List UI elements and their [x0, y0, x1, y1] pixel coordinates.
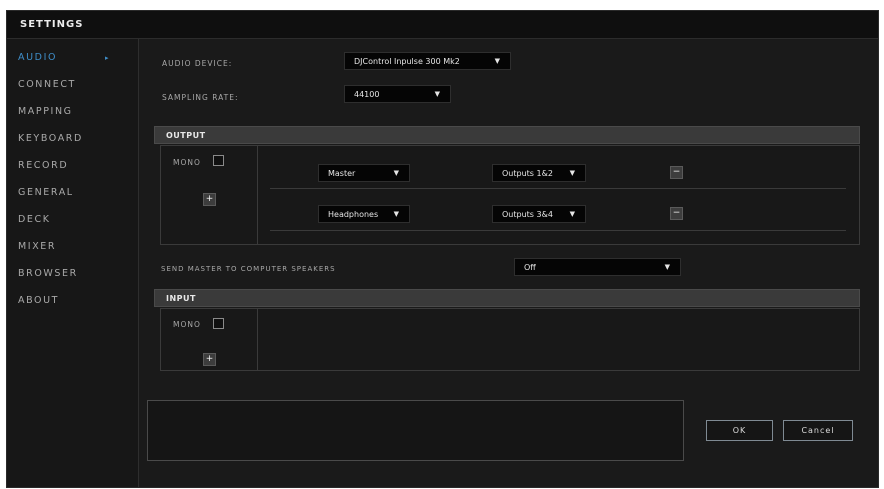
remove-output-button[interactable]: − — [670, 207, 683, 220]
audio-device-dropdown[interactable]: DJControl Inpulse 300 Mk2 ▼ — [344, 52, 511, 70]
sidebar-item-label: KEYBOARD — [18, 133, 83, 144]
audio-device-value: DJControl Inpulse 300 Mk2 — [354, 57, 460, 66]
sidebar-item-label: MIXER — [18, 241, 57, 252]
status-message-area — [147, 400, 684, 461]
output-mono-panel: MONO + — [160, 145, 258, 245]
minus-icon: − — [672, 208, 681, 218]
sidebar: AUDIO ▸ CONNECT MAPPING KEYBOARD RECORD … — [7, 39, 139, 487]
sidebar-item-keyboard[interactable]: KEYBOARD — [18, 133, 128, 151]
send-master-dropdown[interactable]: Off ▼ — [514, 258, 681, 276]
input-section-header: INPUT — [154, 289, 860, 307]
row-divider — [270, 230, 846, 231]
minus-icon: − — [672, 167, 681, 177]
chevron-down-icon: ▼ — [664, 263, 670, 271]
sidebar-item-label: RECORD — [18, 160, 69, 171]
sidebar-item-audio[interactable]: AUDIO ▸ — [18, 52, 128, 70]
input-header-label: INPUT — [166, 294, 196, 303]
output-channel-value: Master — [328, 169, 356, 178]
output-channel-value: Headphones — [328, 210, 379, 219]
sidebar-item-label: AUDIO — [18, 52, 58, 63]
cancel-button[interactable]: Cancel — [783, 420, 853, 441]
add-output-button[interactable]: + — [203, 193, 216, 206]
output-header-label: OUTPUT — [166, 131, 206, 140]
sidebar-item-about[interactable]: ABOUT — [18, 295, 128, 313]
output-channel-dropdown-master[interactable]: Master ▼ — [318, 164, 410, 182]
output-routing-panel: Master ▼ Outputs 1&2 ▼ − Headphones ▼ Ou… — [257, 145, 860, 245]
sidebar-item-deck[interactable]: DECK — [18, 214, 128, 232]
add-input-button[interactable]: + — [203, 353, 216, 366]
input-mono-label: MONO — [173, 320, 201, 329]
input-mono-checkbox[interactable] — [213, 318, 224, 329]
sampling-rate-value: 44100 — [354, 90, 380, 99]
output-port-dropdown-1[interactable]: Outputs 1&2 ▼ — [492, 164, 586, 182]
active-indicator-icon: ▸ — [105, 54, 111, 62]
chevron-down-icon: ▼ — [434, 90, 440, 98]
plus-icon: + — [205, 194, 214, 204]
sidebar-item-mixer[interactable]: MIXER — [18, 241, 128, 259]
sidebar-item-mapping[interactable]: MAPPING — [18, 106, 128, 124]
sidebar-item-connect[interactable]: CONNECT — [18, 79, 128, 97]
sampling-rate-dropdown[interactable]: 44100 ▼ — [344, 85, 451, 103]
remove-output-button[interactable]: − — [670, 166, 683, 179]
window-title: SETTINGS — [20, 19, 84, 30]
output-mono-checkbox[interactable] — [213, 155, 224, 166]
output-port-value: Outputs 1&2 — [502, 169, 553, 178]
chevron-down-icon: ▼ — [393, 210, 399, 218]
sidebar-item-label: GENERAL — [18, 187, 74, 198]
output-port-value: Outputs 3&4 — [502, 210, 553, 219]
sidebar-item-label: BROWSER — [18, 268, 78, 279]
send-master-value: Off — [524, 263, 536, 272]
sidebar-item-record[interactable]: RECORD — [18, 160, 128, 178]
sidebar-item-label: DECK — [18, 214, 51, 225]
chevron-down-icon: ▼ — [393, 169, 399, 177]
sidebar-item-label: CONNECT — [18, 79, 76, 90]
output-section-header: OUTPUT — [154, 126, 860, 144]
sidebar-item-label: MAPPING — [18, 106, 73, 117]
output-mono-label: MONO — [173, 158, 201, 167]
ok-button[interactable]: OK — [706, 420, 773, 441]
output-port-dropdown-2[interactable]: Outputs 3&4 ▼ — [492, 205, 586, 223]
sidebar-item-general[interactable]: GENERAL — [18, 187, 128, 205]
row-divider — [270, 188, 846, 189]
input-mono-panel: MONO + — [160, 308, 258, 371]
chevron-down-icon: ▼ — [569, 169, 575, 177]
plus-icon: + — [205, 354, 214, 364]
sampling-rate-label: SAMPLING RATE: — [162, 93, 239, 102]
audio-device-label: AUDIO DEVICE: — [162, 59, 233, 68]
chevron-down-icon: ▼ — [569, 210, 575, 218]
sidebar-item-browser[interactable]: BROWSER — [18, 268, 128, 286]
input-routing-panel — [257, 308, 860, 371]
chevron-down-icon: ▼ — [494, 57, 500, 65]
output-channel-dropdown-headphones[interactable]: Headphones ▼ — [318, 205, 410, 223]
title-bar: SETTINGS — [7, 11, 878, 39]
sidebar-item-label: ABOUT — [18, 295, 60, 306]
send-master-label: SEND MASTER TO COMPUTER SPEAKERS — [161, 265, 336, 273]
